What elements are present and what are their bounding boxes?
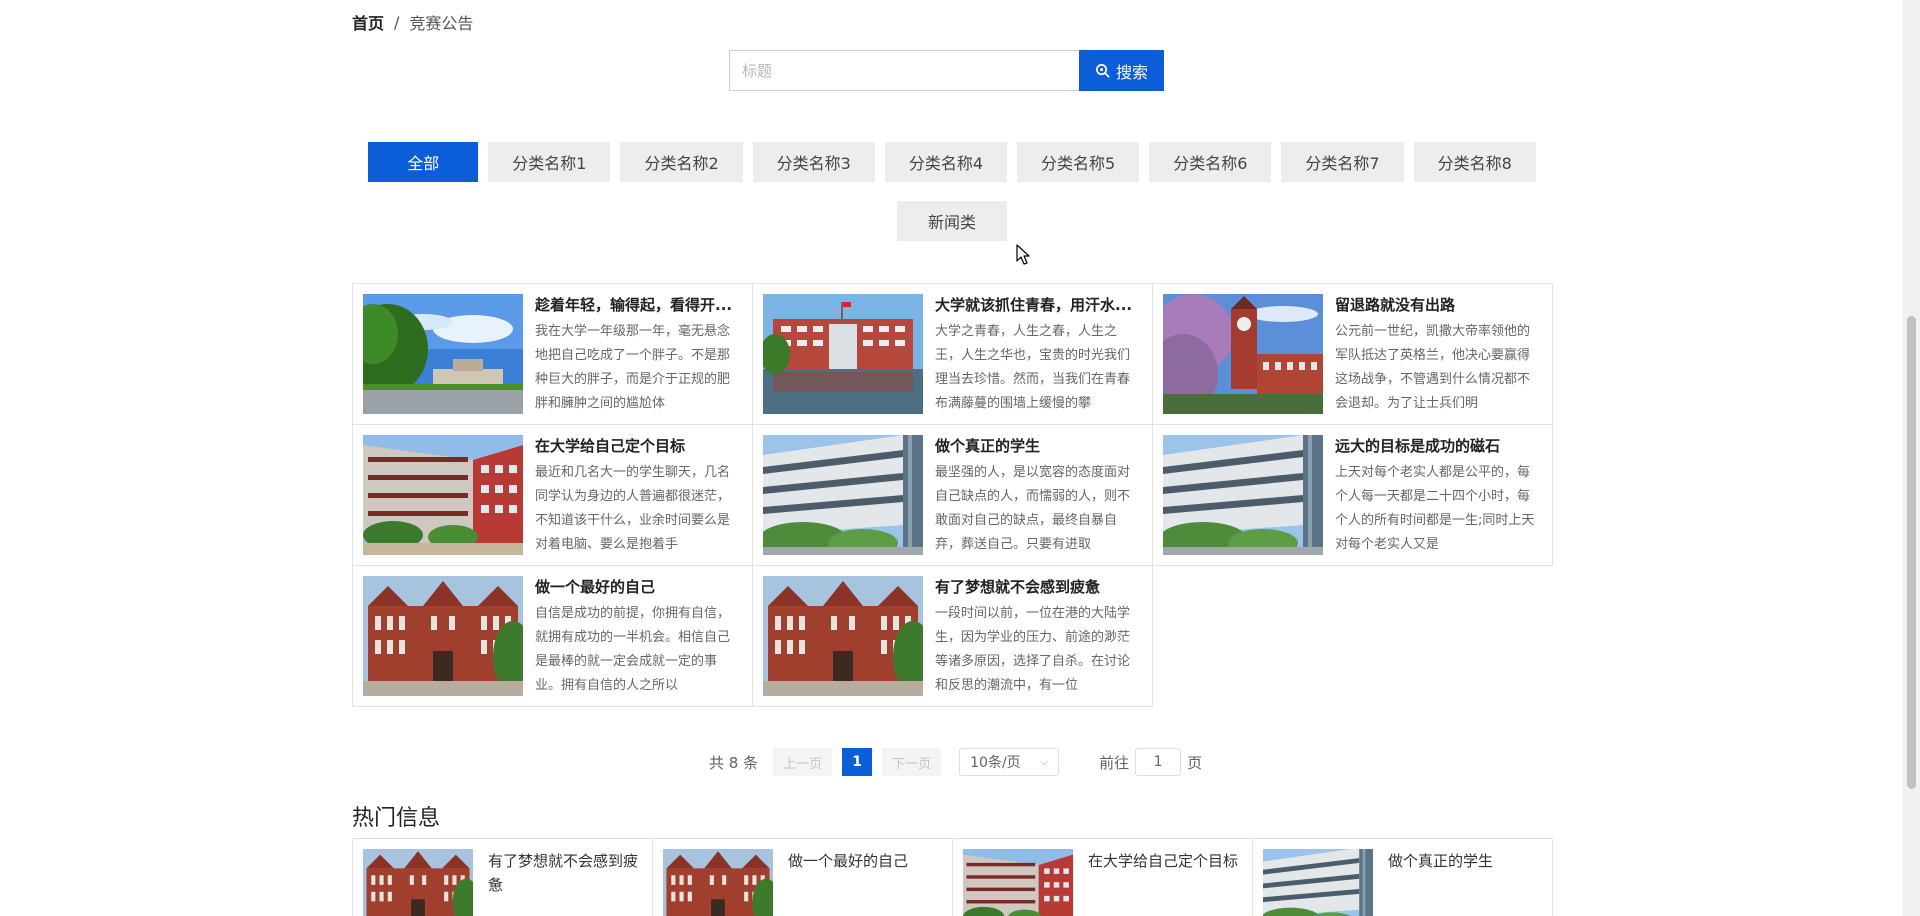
hot-item-image [1263,849,1373,916]
search-bar: 搜索 [729,50,1164,91]
hot-item-image [363,849,473,916]
article-title[interactable]: 趁着年轻，输得起，看得开... [535,295,735,315]
article-image [1163,435,1323,555]
article-card[interactable]: 大学就该抓住青春，用汗水... 大学之青春，人生之春，人生之王，人生之华也，宝贵… [753,284,1153,425]
category-5[interactable]: 分类名称5 [1017,142,1140,182]
hot-item-title[interactable]: 做个真正的学生 [1388,849,1493,916]
breadcrumb-separator: / [394,12,400,32]
page-number-1[interactable]: 1 [842,748,873,776]
breadcrumb-current: 竞赛公告 [409,14,474,33]
article-grid: 趁着年轻，输得起，看得开... 我在大学一年级那一年，毫无悬念地把自己吃成了一个… [352,283,1553,707]
hot-item[interactable]: 有了梦想就不会感到疲惫 [353,839,653,916]
category-6[interactable]: 分类名称6 [1149,142,1272,182]
hot-item-title[interactable]: 做一个最好的自己 [788,849,908,916]
empty-cell [1153,566,1553,707]
article-summary: 公元前一世纪，凯撒大帝率领他的军队抵达了英格兰，他决心要赢得这场战争，不管遇到什… [1335,324,1531,411]
search-icon [1095,63,1110,78]
article-title[interactable]: 做一个最好的自己 [535,577,735,597]
page-size-value: 10条/页 [970,755,1021,771]
hot-item-title[interactable]: 在大学给自己定个目标 [1088,849,1238,916]
article-summary: 自信是成功的前提，你拥有自信，就拥有成功的一半机会。相信自己是最棒的就一定会成就… [535,606,731,693]
category-news[interactable]: 新闻类 [897,201,1007,241]
article-card[interactable]: 做个真正的学生 最坚强的人，是以宽容的态度面对自己缺点的人，而懦弱的人，则不敢面… [753,425,1153,566]
page-size-select[interactable]: 10条/页 ⌵ [959,748,1060,776]
search-button[interactable]: 搜索 [1079,50,1164,91]
category-3[interactable]: 分类名称3 [752,142,875,182]
article-card[interactable]: 留退路就没有出路 公元前一世纪，凯撒大帝率领他的军队抵达了英格兰，他决心要赢得这… [1153,284,1553,425]
article-summary: 大学之青春，人生之春，人生之王，人生之华也，宝贵的时光我们理当去珍惜。然而，当我… [935,324,1131,411]
page-suffix: 页 [1187,753,1203,772]
mouse-cursor-icon [1016,244,1032,266]
pagination: 共 8 条 上一页 1 下一页 10条/页 ⌵ 前往 页 [709,748,1202,776]
category-2[interactable]: 分类名称2 [620,142,743,182]
chevron-down-icon: ⌵ [1040,756,1049,768]
article-summary: 最近和几名大一的学生聊天，几名同学认为身边的人普遍都很迷茫，不知道该干什么，业余… [535,465,731,552]
article-card[interactable]: 趁着年轻，输得起，看得开... 我在大学一年级那一年，毫无悬念地把自己吃成了一个… [353,284,753,425]
hot-item-image [963,849,1073,916]
article-title[interactable]: 有了梦想就不会感到疲惫 [935,577,1135,597]
search-button-label: 搜索 [1115,64,1148,82]
hot-item[interactable]: 做一个最好的自己 [653,839,953,916]
hot-item[interactable]: 做个真正的学生 [1253,839,1553,916]
page-scrollbar[interactable] [1903,0,1920,916]
article-summary: 我在大学一年级那一年，毫无悬念地把自己吃成了一个胖子。不是那种巨大的胖子，而是介… [535,324,731,411]
goto-label: 前往 [1099,753,1130,772]
article-summary: 上天对每个老实人都是公平的，每个人每一天都是二十四个小时，每个人的所有时间都是一… [1335,465,1535,552]
hot-section-title: 热门信息 [352,806,441,831]
breadcrumb-home[interactable]: 首页 [352,10,384,34]
category-1[interactable]: 分类名称1 [488,142,611,182]
hot-list: 有了梦想就不会感到疲惫 做一个最好的自己 在大学给自己定个目标 做个真正的学生 [352,838,1553,916]
hot-item-title[interactable]: 有了梦想就不会感到疲惫 [488,849,642,916]
article-card[interactable]: 有了梦想就不会感到疲惫 一段时间以前，一位在港的大陆学生，因为学业的压力、前途的… [753,566,1153,707]
article-card[interactable]: 远大的目标是成功的磁石 上天对每个老实人都是公平的，每个人每一天都是二十四个小时… [1153,425,1553,566]
article-image [363,294,523,414]
article-title[interactable]: 在大学给自己定个目标 [535,436,735,456]
breadcrumb: 首页 / 竞赛公告 [352,10,473,34]
article-image [1163,294,1323,414]
search-input[interactable] [729,50,1079,91]
next-page-button[interactable]: 下一页 [882,748,942,776]
article-title[interactable]: 大学就该抓住青春，用汗水... [935,295,1135,315]
scrollbar-thumb[interactable] [1907,316,1916,789]
article-card[interactable]: 做一个最好的自己 自信是成功的前提，你拥有自信，就拥有成功的一半机会。相信自己是… [353,566,753,707]
hot-item-image [663,849,773,916]
hot-item[interactable]: 在大学给自己定个目标 [953,839,1253,916]
category-all[interactable]: 全部 [368,142,479,182]
article-image [763,435,923,555]
article-summary: 一段时间以前，一位在港的大陆学生，因为学业的压力、前途的渺茫等诸多原因，选择了自… [935,606,1131,693]
goto-page-input[interactable] [1135,748,1182,776]
category-8[interactable]: 分类名称8 [1413,142,1536,182]
article-image [763,294,923,414]
article-image [363,435,523,555]
pagination-total: 共 8 条 [709,753,759,772]
article-image [363,576,523,696]
category-tabs: 全部 分类名称1 分类名称2 分类名称3 分类名称4 分类名称5 分类名称6 分… [352,142,1552,241]
article-title[interactable]: 留退路就没有出路 [1335,295,1535,315]
article-title[interactable]: 做个真正的学生 [935,436,1135,456]
article-image [763,576,923,696]
article-card[interactable]: 在大学给自己定个目标 最近和几名大一的学生聊天，几名同学认为身边的人普遍都很迷茫… [353,425,753,566]
category-4[interactable]: 分类名称4 [884,142,1007,182]
category-7[interactable]: 分类名称7 [1281,142,1404,182]
article-title[interactable]: 远大的目标是成功的磁石 [1335,436,1535,456]
article-summary: 最坚强的人，是以宽容的态度面对自己缺点的人，而懦弱的人，则不敢面对自己的缺点，最… [935,465,1131,552]
prev-page-button[interactable]: 上一页 [773,748,833,776]
